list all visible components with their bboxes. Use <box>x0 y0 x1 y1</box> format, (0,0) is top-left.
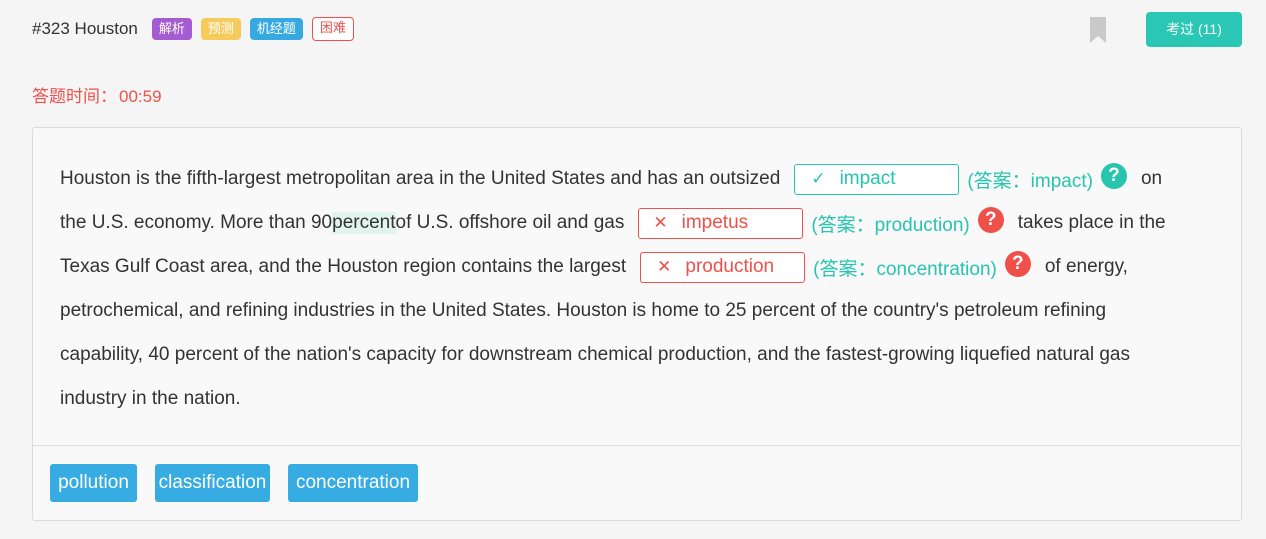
passage-line: Texas Gulf Coast area, and the Houston r… <box>60 245 1220 289</box>
passage-text: Houston is the fifth-largest metropolita… <box>60 168 781 189</box>
option-pollution[interactable]: pollution <box>50 464 137 502</box>
passage-line: petrochemical, and refining industries i… <box>60 300 1107 321</box>
blank-3-value: production <box>685 256 775 277</box>
passed-count-button[interactable]: 考过 (11) <box>1146 11 1242 47</box>
blank-1-value: impact <box>839 168 896 189</box>
tag-exam-question[interactable]: 机经题 <box>249 18 303 40</box>
blank-3-input[interactable]: ✕ production <box>640 251 806 283</box>
passage-text: of U.S. offshore oil and gas <box>395 212 625 233</box>
tag-prediction[interactable]: 预测 <box>200 18 241 40</box>
bookmark-icon[interactable] <box>1090 17 1106 43</box>
question-card: Houston is the fifth-largest metropolita… <box>32 127 1242 521</box>
passage-line: the U.S. economy. More than 90 percent o… <box>60 201 1220 245</box>
cross-icon: ✕ <box>657 257 672 276</box>
timer-label: 答题时间： <box>32 87 117 106</box>
option-concentration[interactable]: concentration <box>288 464 418 502</box>
passage-line: capability, 40 percent of the nation's c… <box>60 344 1130 365</box>
divider <box>33 445 1241 446</box>
blank-1-input[interactable]: ✓ impact <box>794 163 960 195</box>
passage-text: on <box>1140 168 1163 189</box>
passage-line: industry in the nation. <box>60 388 241 409</box>
word-options: pollution classification concentration <box>50 464 436 502</box>
blank-2-input[interactable]: ✕ impetus <box>638 207 804 239</box>
blank-2-answer: (答案：production) <box>811 214 970 236</box>
help-icon[interactable]: ? <box>1100 163 1127 189</box>
highlighted-word: percent <box>332 212 396 234</box>
passage-line: Houston is the fifth-largest metropolita… <box>60 157 1220 201</box>
blank-1-answer: (答案：impact) <box>967 170 1093 192</box>
passage-text: of energy, <box>1044 256 1128 277</box>
tag-analysis[interactable]: 解析 <box>151 18 192 40</box>
question-title: #323 Houston <box>32 19 138 38</box>
question-header: #323 Houston 解析 预测 机经题 困难 考过 (11) <box>32 11 1242 47</box>
help-icon[interactable]: ? <box>1004 251 1031 277</box>
cross-icon: ✕ <box>653 213 668 232</box>
passage: Houston is the fifth-largest metropolita… <box>60 157 1220 421</box>
passage-text: takes place in the <box>1017 212 1166 233</box>
timer-value: 00:59 <box>119 87 162 106</box>
check-icon: ✓ <box>811 169 826 188</box>
help-icon[interactable]: ? <box>977 207 1004 233</box>
option-classification[interactable]: classification <box>155 464 270 502</box>
tag-difficulty: 困难 <box>311 17 354 41</box>
blank-2-value: impetus <box>681 212 749 233</box>
blank-3-answer: (答案：concentration) <box>813 258 997 280</box>
passage-text: Texas Gulf Coast area, and the Houston r… <box>60 256 627 277</box>
answer-timer: 答题时间： 00:59 <box>32 82 162 107</box>
passage-text: the U.S. economy. More than 90 <box>60 212 333 233</box>
